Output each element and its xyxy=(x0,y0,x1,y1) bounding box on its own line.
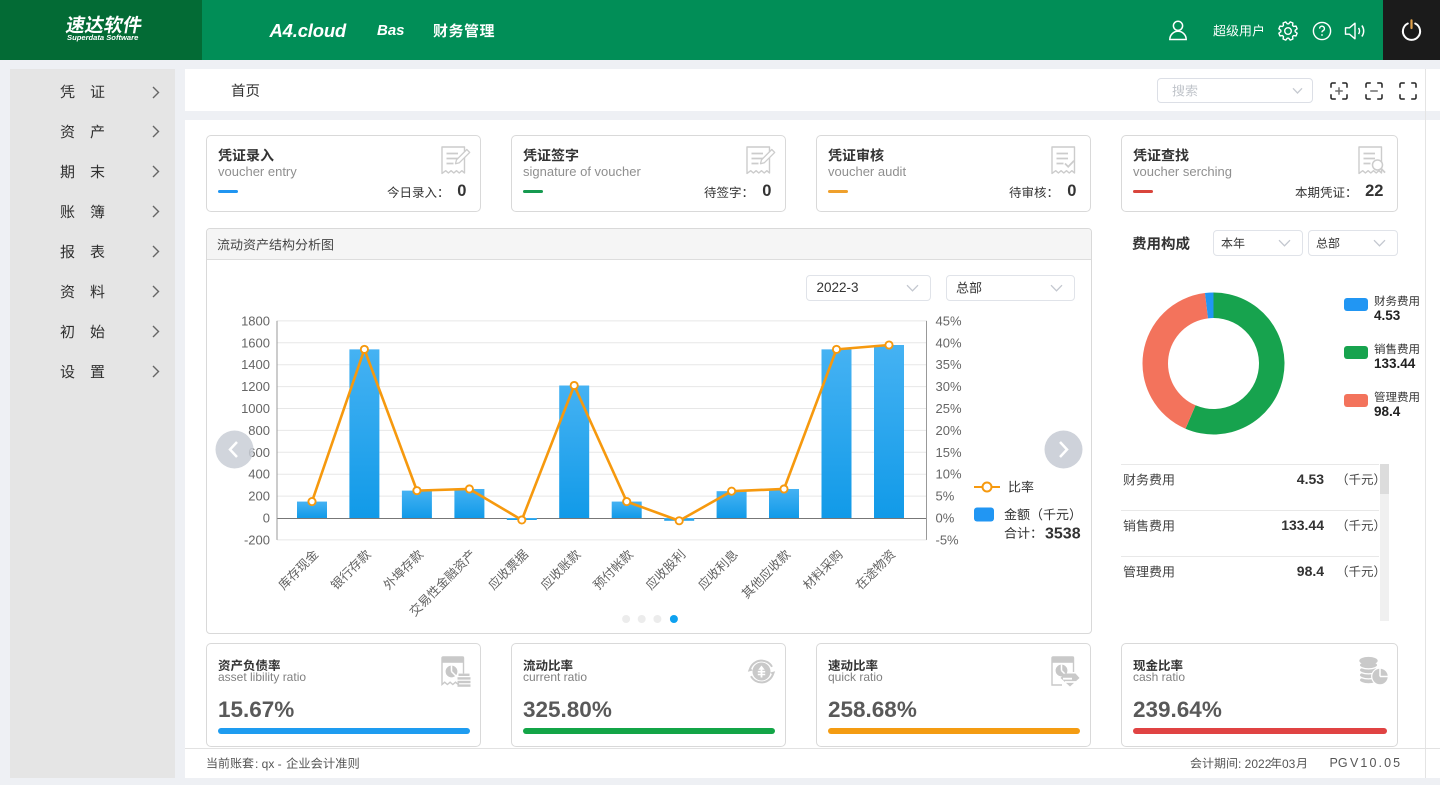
svg-text:40%: 40% xyxy=(936,335,962,350)
svg-text:3538: 3538 xyxy=(1045,526,1081,543)
svg-text:800: 800 xyxy=(248,423,270,438)
svg-text:5%: 5% xyxy=(936,489,955,504)
svg-text:10%: 10% xyxy=(936,467,962,482)
svg-text:0: 0 xyxy=(263,511,270,526)
svg-text:1000: 1000 xyxy=(241,401,270,416)
svg-text:1400: 1400 xyxy=(241,357,270,372)
svg-text:15%: 15% xyxy=(936,445,962,460)
svg-text:1800: 1800 xyxy=(241,313,270,328)
svg-text:1200: 1200 xyxy=(241,379,270,394)
svg-text:200: 200 xyxy=(248,489,270,504)
svg-text:20%: 20% xyxy=(936,423,962,438)
svg-text:-200: -200 xyxy=(244,532,270,547)
svg-text:35%: 35% xyxy=(936,357,962,372)
svg-text:30%: 30% xyxy=(936,379,962,394)
svg-text:400: 400 xyxy=(248,467,270,482)
svg-text:25%: 25% xyxy=(936,401,962,416)
svg-text:-5%: -5% xyxy=(936,532,960,547)
svg-text:0%: 0% xyxy=(936,511,955,526)
svg-text:45%: 45% xyxy=(936,313,962,328)
svg-text:1600: 1600 xyxy=(241,335,270,350)
